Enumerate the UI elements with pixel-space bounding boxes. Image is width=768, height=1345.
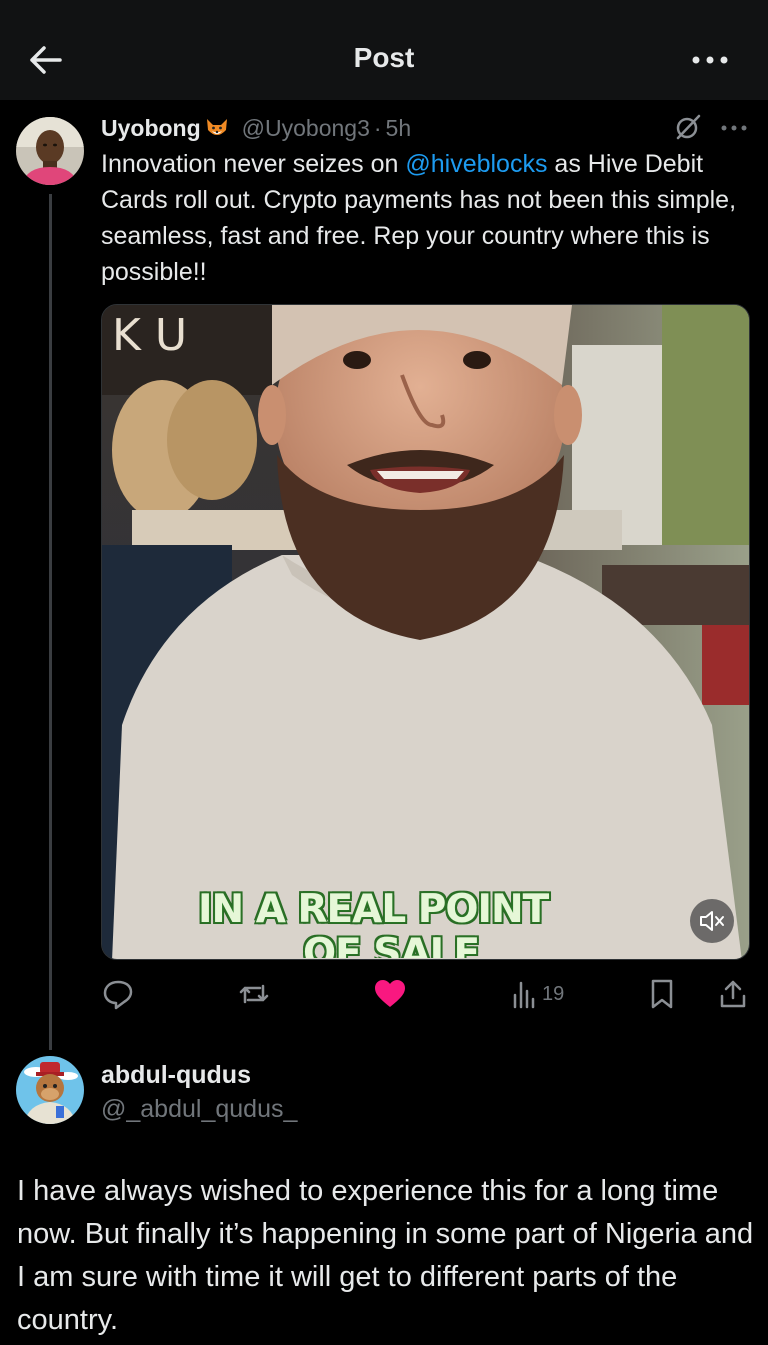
- author-handle[interactable]: @Uyobong3: [242, 115, 370, 142]
- video-frame: K U: [102, 305, 749, 959]
- mute-button[interactable]: [690, 899, 734, 943]
- caption-line-1: IN A REAL POINT: [198, 887, 549, 932]
- author-name[interactable]: Uyobong: [101, 115, 201, 142]
- meta-separator: ·: [373, 114, 382, 141]
- like-button[interactable]: [373, 976, 407, 1012]
- views-icon: [513, 981, 535, 1009]
- avatar[interactable]: [16, 1056, 84, 1124]
- grok-icon[interactable]: [674, 112, 702, 142]
- views-button[interactable]: 19: [512, 976, 564, 1012]
- reply-button[interactable]: [102, 976, 134, 1012]
- post-page: Post Uyobong @Uyobong3 · 5h Innovation n…: [0, 0, 768, 1345]
- post-timestamp[interactable]: 5h: [386, 115, 412, 142]
- bookmark-button[interactable]: [648, 976, 676, 1012]
- avatar[interactable]: [16, 117, 84, 185]
- video-caption: IN A REAL POINT OF SALE: [198, 887, 658, 959]
- top-bar: Post: [0, 0, 768, 100]
- more-icon: [721, 125, 747, 131]
- caption-line-2: OF SALE: [198, 932, 658, 958]
- repost-button[interactable]: [236, 976, 272, 1012]
- thread-connector: [49, 194, 52, 1050]
- header-more-button[interactable]: [688, 40, 732, 80]
- heart-icon: [375, 980, 405, 1007]
- mute-icon: [700, 911, 724, 931]
- post-header: Uyobong @Uyobong3 · 5h: [101, 113, 411, 143]
- video-player[interactable]: K U IN A REAL POINT OF SALE: [101, 304, 750, 960]
- post-more-button[interactable]: [718, 118, 750, 138]
- share-button[interactable]: [718, 976, 748, 1012]
- reply-icon: [103, 980, 133, 1010]
- caption-line-2-text: OF SALE: [303, 932, 480, 958]
- share-icon: [720, 980, 746, 1008]
- views-count: 19: [542, 982, 565, 1005]
- bookmark-icon: [651, 979, 673, 1009]
- reply-text: I have always wished to experience this …: [17, 1175, 754, 1336]
- mention-link[interactable]: @hiveblocks: [405, 150, 547, 178]
- post-text: Innovation never seizes on @hiveblocks a…: [101, 146, 751, 290]
- reply-author-handle[interactable]: @_abdul_qudus_: [101, 1095, 297, 1124]
- fox-emoji-icon: [204, 115, 230, 141]
- backdrop-letters: K U: [112, 310, 187, 361]
- repost-icon: [239, 984, 269, 1004]
- post-text-start: Innovation never seizes on: [101, 150, 406, 178]
- page-title: Post: [353, 42, 415, 73]
- reply-author-name[interactable]: abdul-qudus: [101, 1061, 251, 1090]
- more-icon: [692, 56, 728, 64]
